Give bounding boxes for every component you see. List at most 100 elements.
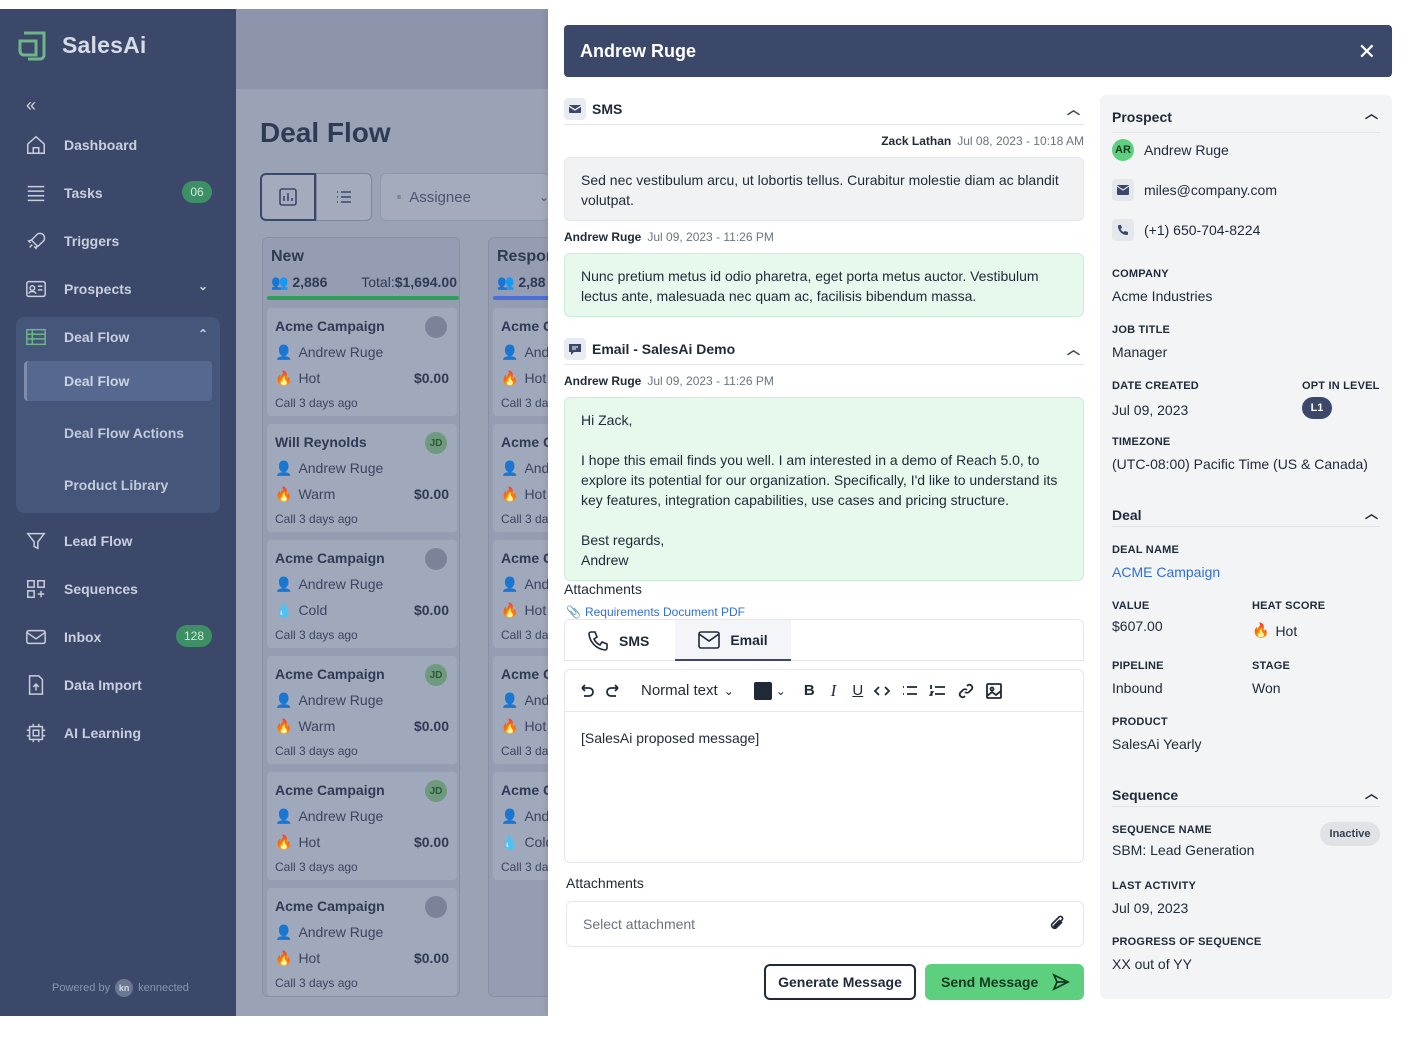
image-icon[interactable] [985, 679, 1003, 703]
sms-section-header[interactable]: SMS ︿ [564, 93, 1084, 125]
deal-card-heat: 🔥 Warm [275, 486, 336, 502]
deal-card-title: Acme C [501, 318, 554, 334]
flame-icon: 🔥 [501, 370, 519, 386]
sidebar-item-ai-learning[interactable]: AI Learning [24, 717, 214, 749]
italic-icon[interactable]: I [831, 679, 837, 703]
email-section-header[interactable]: Email - SalesAi Demo ︿ [564, 333, 1084, 365]
sidebar-item-dashboard[interactable]: Dashboard [24, 129, 214, 161]
deal-name-link[interactable]: ACME Campaign [1112, 564, 1220, 580]
prospect-phone: (+1) 650-704-8224 [1144, 222, 1261, 238]
phone-icon [588, 630, 608, 651]
deal-section-header[interactable]: Deal ︿ [1112, 497, 1380, 527]
prospect-phone-row[interactable]: (+1) 650-704-8224 [1112, 219, 1260, 241]
attachment-select[interactable]: Select attachment [566, 901, 1084, 947]
assignee-filter[interactable]: Assignee ⌄ [380, 173, 550, 221]
brand-name: SalesAi [62, 31, 147, 58]
sidebar-item-label: Triggers [64, 233, 120, 249]
flame-icon: 🔥 [501, 486, 519, 502]
message-meta: Andrew Ruge Jul 09, 2023 - 11:26 PM [564, 374, 774, 388]
tab-email[interactable]: Email [675, 620, 791, 661]
deal-card-person: 👤 Andrew Ruge [275, 576, 384, 592]
chevron-up-icon[interactable]: ︿ [1365, 783, 1378, 802]
pipeline-column-new: New 👥 2,886 Total:$1,694.00 Acme Campaig… [262, 237, 460, 997]
send-message-button[interactable]: Send Message [925, 964, 1084, 1000]
text-color-picker[interactable]: ⌄ [753, 679, 786, 703]
avatar: JD [425, 664, 447, 686]
deal-card[interactable]: Acme Campaign 👤 Andrew Ruge 💧 Cold Call 3 day… [267, 540, 457, 648]
close-icon[interactable]: ✕ [1358, 39, 1376, 65]
list-icon [24, 181, 48, 205]
deal-card-last-activity: Call 3 days ago [275, 744, 358, 758]
sidebar-subitem-product-library[interactable]: Product Library [64, 477, 168, 493]
powered-by-text: Powered by [52, 982, 111, 994]
deal-card[interactable]: Acme Campaign 👤 Andrew Ruge 🔥 Hot Call 3 days… [267, 772, 457, 880]
chevron-down-icon: ⌄ [197, 279, 208, 293]
deal-card[interactable]: Will Reynolds 👤 Andrew Ruge 🔥 Warm Call 3 day… [267, 424, 457, 532]
redo-icon[interactable] [605, 679, 623, 703]
prospect-section-header[interactable]: Prospect ︿ [1112, 103, 1380, 133]
brand-logo[interactable]: SalesAi [18, 29, 147, 61]
deal-card-heat: 🔥 Hot [275, 950, 321, 966]
chevron-up-icon[interactable]: ︿ [1067, 339, 1080, 358]
code-icon[interactable] [873, 679, 891, 703]
editor-content[interactable]: [SalesAi proposed message] [581, 730, 759, 746]
chip-icon [24, 721, 48, 745]
chart-view-button[interactable] [260, 173, 316, 221]
sidebar-item-deal-flow[interactable]: Deal Flow ⌃ [24, 321, 214, 353]
sidebar-item-triggers[interactable]: Triggers [24, 225, 214, 257]
numbered-list-icon[interactable] [929, 679, 947, 703]
undo-icon[interactable] [577, 679, 595, 703]
tab-sms[interactable]: SMS [587, 620, 649, 661]
list-view-button[interactable] [316, 173, 372, 221]
deal-card[interactable]: Acme Campaign 👤 Andrew Ruge 🔥 Hot Call 3 days… [267, 308, 457, 416]
sidebar-item-inbox[interactable]: Inbox 128 [24, 621, 214, 653]
contact-card-icon [24, 277, 48, 301]
deal-card-title: Acme Campaign [275, 782, 385, 798]
sidebar-item-prospects[interactable]: Prospects ⌄ [24, 273, 214, 305]
sidebar-item-label: AI Learning [64, 725, 142, 741]
sidebar-item-lead-flow[interactable]: Lead Flow [24, 525, 214, 557]
deal-flow-board: Deal Flow Assignee ⌄ New 👥 2,886 Total:$… [236, 9, 568, 1016]
avatar: JD [425, 780, 447, 802]
message-meta: Andrew Ruge Jul 09, 2023 - 11:26 PM [564, 230, 774, 244]
prospect-name-row: AR Andrew Ruge [1112, 139, 1229, 161]
job-title-label: JOB TITLE [1112, 324, 1171, 336]
chevron-up-icon[interactable]: ︿ [1067, 99, 1080, 118]
email-message-incoming: Hi Zack, I hope this email finds you wel… [564, 397, 1084, 581]
value-label: VALUE [1112, 600, 1150, 612]
sidebar-subitem-deal-flow[interactable]: Deal Flow [24, 361, 212, 401]
send-message-label: Send Message [941, 974, 1039, 990]
deal-card-last-activity: Call 3 days ago [275, 860, 358, 874]
attachment-name: Requirements Document PDF [584, 605, 746, 619]
sidebar-item-sequences[interactable]: Sequences [24, 573, 214, 605]
bullet-list-icon[interactable] [901, 679, 919, 703]
chevron-down-icon: ⌄ [775, 683, 786, 698]
user-circle-icon [397, 194, 402, 200]
user-icon: 👤 [275, 576, 293, 592]
deal-card[interactable]: Acme Campaign 👤 Andrew Ruge 🔥 Hot Call 3 days… [267, 888, 457, 996]
bold-icon[interactable]: B [804, 679, 815, 703]
sidebar-item-data-import[interactable]: Data Import [24, 669, 214, 701]
attachment-link[interactable]: 📎 Requirements Document PDF [566, 605, 745, 619]
prospect-email-row[interactable]: miles@company.com [1112, 179, 1277, 201]
column-title: New [271, 248, 304, 265]
assignee-placeholder: Assignee [409, 188, 471, 206]
chevron-up-icon[interactable]: ︿ [1365, 503, 1378, 522]
user-icon: 👤 [275, 344, 293, 360]
sidebar-item-label: Dashboard [64, 137, 138, 153]
kennected-logo-icon: kn [115, 979, 134, 997]
underline-icon[interactable]: U [852, 679, 863, 703]
link-icon[interactable] [957, 679, 975, 703]
collapse-sidebar-icon[interactable]: « [26, 95, 36, 116]
chevron-up-icon[interactable]: ︿ [1365, 103, 1378, 122]
sidebar-subitem-deal-flow-actions[interactable]: Deal Flow Actions [64, 425, 184, 441]
page-title: Deal Flow [260, 117, 391, 148]
generate-message-button[interactable]: Generate Message [764, 964, 916, 1000]
sidebar-item-tasks[interactable]: Tasks 06 [24, 177, 214, 209]
deal-card[interactable]: Acme Campaign 👤 Andrew Ruge 🔥 Warm Call 3 day… [267, 656, 457, 764]
sequence-section-header[interactable]: Sequence ︿ [1112, 777, 1380, 807]
last-activity-value: Jul 09, 2023 [1112, 900, 1189, 916]
text-style-select[interactable]: Normal text ⌄ [641, 679, 734, 703]
flame-icon: 🔥 [275, 718, 293, 734]
avatar: AR [1112, 139, 1134, 161]
